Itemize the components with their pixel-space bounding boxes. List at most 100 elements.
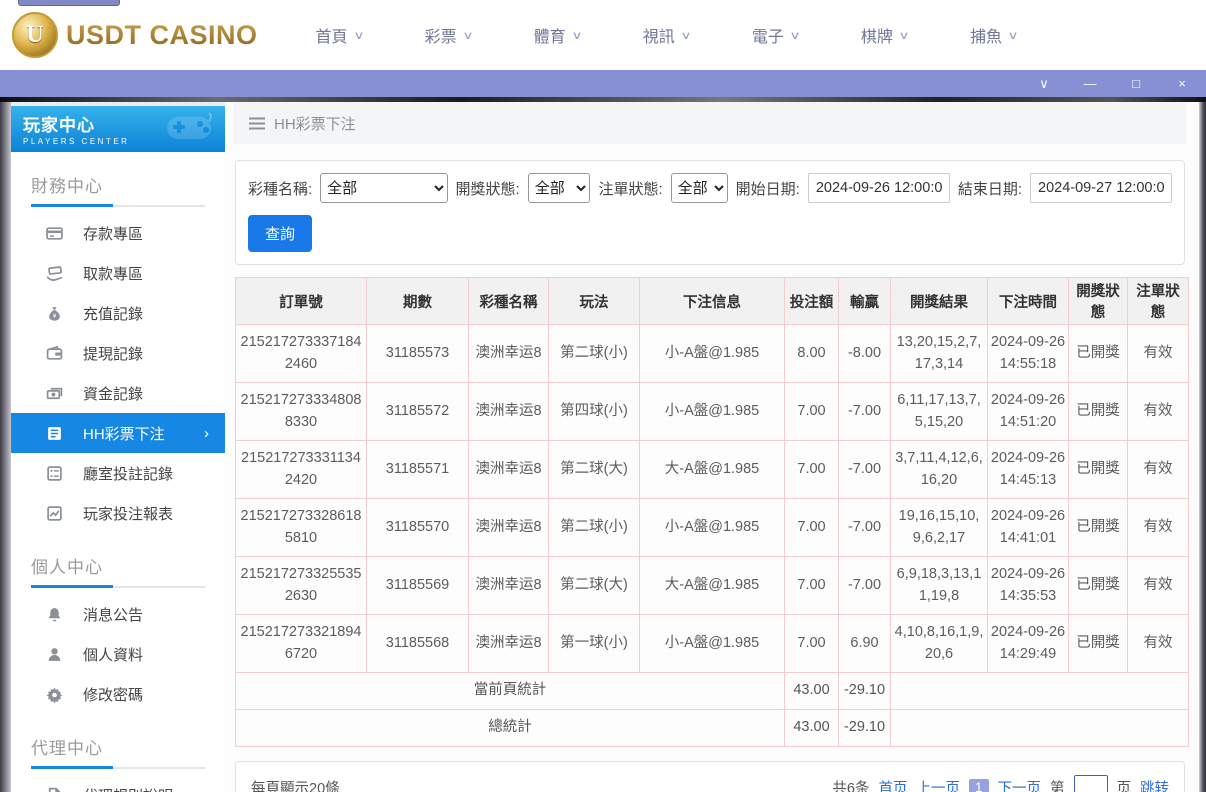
nav-item-2[interactable]: 彩票 ∨ bbox=[424, 23, 474, 47]
column-header: 輸贏 bbox=[838, 277, 891, 325]
withdraw-icon bbox=[46, 265, 63, 282]
recharge-record-icon: ¥ bbox=[46, 305, 63, 322]
brand-logo[interactable]: U USDT CASINO bbox=[12, 12, 258, 58]
nav-item-label: 彩票 bbox=[424, 29, 457, 46]
start-date-input[interactable] bbox=[807, 173, 950, 203]
table-cell: 2024-09-26 14:51:20 bbox=[987, 382, 1069, 441]
svg-text:¥: ¥ bbox=[53, 312, 57, 319]
table-cell: 第二球(大) bbox=[548, 440, 640, 499]
lottery-name-select[interactable]: 全部 bbox=[320, 173, 448, 203]
sidebar-item-label: 修改密碼 bbox=[83, 686, 144, 704]
table-cell: 31185568 bbox=[366, 614, 469, 673]
nav-item-label: 視訊 bbox=[642, 29, 675, 46]
summary-winloss: -29.10 bbox=[838, 672, 891, 710]
window-titlebar: ∨ — □ × bbox=[0, 70, 1206, 97]
sidebar-item-lottery-bet[interactable]: HH彩票下注 › bbox=[11, 413, 225, 453]
end-date-label: 結束日期: bbox=[957, 180, 1022, 198]
sidebar-item-profile[interactable]: 個人資料 bbox=[11, 634, 225, 674]
sidebar-item-bet-report[interactable]: 玩家投注報表 bbox=[11, 493, 225, 533]
table-cell: 小-A盤@1.985 bbox=[639, 324, 785, 383]
summary-label: 當前頁統計 bbox=[235, 672, 785, 710]
sidebar-item-agent-rules[interactable]: 代理規則說明 bbox=[11, 775, 225, 792]
end-date-input[interactable] bbox=[1030, 173, 1172, 203]
hall-bet-record-icon bbox=[46, 465, 63, 482]
section-underline bbox=[31, 585, 205, 588]
table-cell: 7.00 bbox=[784, 614, 839, 673]
table-cell: 已開獎 bbox=[1068, 614, 1128, 673]
table-cell: 6.90 bbox=[838, 614, 891, 673]
nav-item-7[interactable]: 捕魚 ∨ bbox=[969, 23, 1019, 47]
table-cell: 澳洲幸运8 bbox=[468, 324, 549, 383]
column-header: 訂單號 bbox=[235, 277, 367, 325]
draw-status-label: 開獎狀態: bbox=[455, 180, 520, 198]
table-cell: 小-A盤@1.985 bbox=[639, 614, 785, 673]
table-cell: 有效 bbox=[1127, 440, 1189, 499]
sidebar-item-password[interactable]: 修改密碼 bbox=[11, 674, 225, 714]
table-cell: 31185569 bbox=[366, 556, 469, 615]
column-header: 玩法 bbox=[548, 277, 640, 325]
order-status-select[interactable]: 全部 bbox=[670, 173, 728, 203]
table-cell: 2024-09-26 14:29:49 bbox=[987, 614, 1069, 673]
hamburger-icon[interactable] bbox=[249, 117, 265, 130]
nav-item-label: 棋牌 bbox=[860, 29, 893, 46]
column-header: 投注額 bbox=[784, 277, 839, 325]
search-button[interactable]: 查詢 bbox=[248, 215, 313, 252]
window-collapse-icon[interactable]: ∨ bbox=[1036, 77, 1052, 90]
grand-total-row: 總統計 43.00 -29.10 bbox=[235, 709, 1189, 747]
nav-item-label: 體育 bbox=[533, 29, 566, 46]
sidebar-item-withdraw[interactable]: 取款專區 bbox=[11, 253, 225, 293]
brand-logo-icon: U bbox=[12, 12, 58, 58]
page-size-text: 每頁顯示20條 bbox=[251, 780, 340, 792]
page-jump-input[interactable] bbox=[1073, 775, 1108, 792]
lottery-bet-icon bbox=[46, 425, 63, 442]
table-cell: 澳洲幸运8 bbox=[468, 440, 549, 499]
left-window-edge bbox=[0, 102, 11, 792]
column-header: 開獎狀態 bbox=[1068, 277, 1128, 325]
table-cell: 有效 bbox=[1127, 324, 1189, 383]
nav-item-3[interactable]: 體育 ∨ bbox=[533, 23, 583, 47]
jump-action-link[interactable]: 跳转 bbox=[1140, 777, 1169, 792]
sidebar-item-notice[interactable]: 消息公告 bbox=[11, 594, 225, 634]
nav-item-4[interactable]: 視訊 ∨ bbox=[642, 23, 692, 47]
table-cell: 有效 bbox=[1127, 382, 1189, 441]
nav-item-6[interactable]: 棋牌 ∨ bbox=[860, 23, 910, 47]
sidebar-item-recharge-record[interactable]: ¥ 充值記錄 bbox=[11, 293, 225, 333]
sidebar-item-funds-record[interactable]: 資金記錄 bbox=[11, 373, 225, 413]
next-page-link[interactable]: 下一页 bbox=[998, 777, 1042, 792]
table-cell: 7.00 bbox=[784, 498, 839, 557]
table-cell: 小-A盤@1.985 bbox=[639, 498, 785, 557]
window-maximize-icon[interactable]: □ bbox=[1128, 77, 1144, 90]
nav-item-1[interactable]: 首頁 ∨ bbox=[316, 23, 365, 47]
nav-item-label: 捕魚 bbox=[969, 29, 1002, 46]
table-row: 2152172733255352630 31185569 澳洲幸运8 第二球(大) 大-… bbox=[235, 556, 1189, 615]
window-minimize-icon[interactable]: — bbox=[1082, 77, 1098, 90]
table-cell: 澳洲幸运8 bbox=[468, 382, 549, 441]
sidebar-item-hall-bet-record[interactable]: 廳室投註記錄 bbox=[11, 453, 225, 493]
table-cell: 已開獎 bbox=[1068, 324, 1128, 383]
table-cell: 已開獎 bbox=[1068, 556, 1128, 615]
first-page-link[interactable]: 首页 bbox=[878, 777, 907, 792]
sidebar-item-withdrawal-record[interactable]: 提現記錄 bbox=[11, 333, 225, 373]
sidebar-item-deposit[interactable]: 存款專區 bbox=[11, 213, 225, 253]
table-cell: 2152172733286185810 bbox=[235, 498, 367, 557]
column-header: 彩種名稱 bbox=[468, 277, 549, 325]
prev-page-link[interactable]: 上一页 bbox=[916, 777, 960, 792]
draw-status-select[interactable]: 全部 bbox=[527, 173, 591, 203]
current-page-badge: 1 bbox=[968, 778, 989, 792]
page-title: HH彩票下注 bbox=[274, 115, 356, 133]
sidebar-item-label: 充值記錄 bbox=[83, 305, 144, 323]
table-cell: 2152172733218946720 bbox=[235, 614, 367, 673]
deposit-icon bbox=[46, 225, 63, 242]
table-cell: 6,9,18,3,13,11,19,8 bbox=[890, 556, 988, 615]
window-close-icon[interactable]: × bbox=[1174, 77, 1190, 90]
pagination-bar: 每頁顯示20條 共6条 首页 上一页 1 下一页 第 页 跳转 bbox=[235, 761, 1185, 792]
summary-winloss: -29.10 bbox=[838, 709, 891, 747]
table-cell: 2152172733255352630 bbox=[235, 556, 367, 615]
table-cell: 31185571 bbox=[366, 440, 469, 499]
table-cell: 7.00 bbox=[784, 382, 839, 441]
nav-item-5[interactable]: 電子 ∨ bbox=[752, 23, 801, 47]
filter-panel: 彩種名稱: 全部 開獎狀態: 全部 注單狀態: 全部 開始日期: 結束日期: 查… bbox=[235, 160, 1185, 265]
table-cell: 6,11,17,13,7,5,15,20 bbox=[890, 382, 988, 441]
summary-label: 總統計 bbox=[235, 709, 785, 747]
table-cell: 澳洲幸运8 bbox=[468, 614, 549, 673]
